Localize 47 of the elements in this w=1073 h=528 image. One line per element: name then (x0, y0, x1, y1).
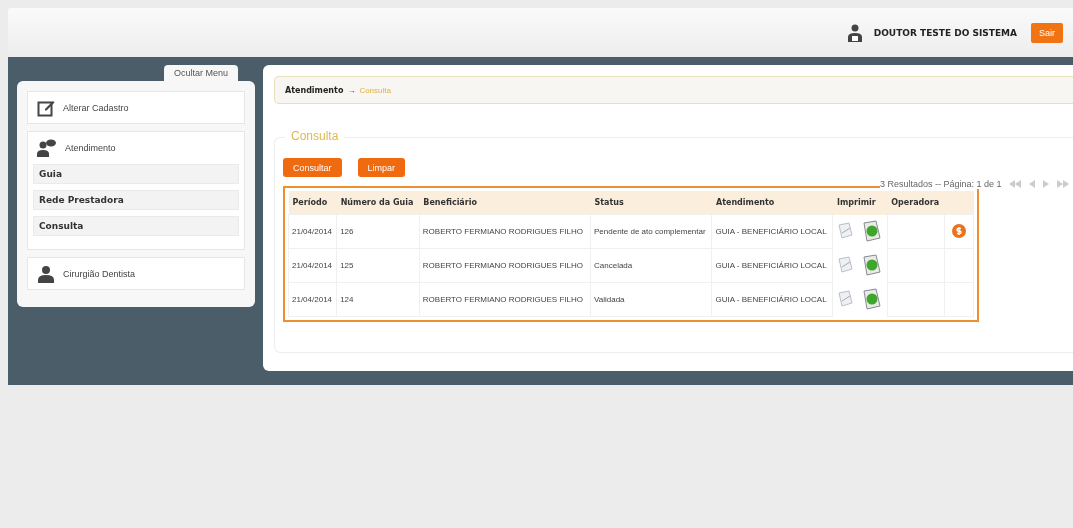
breadcrumb-current: Consulta (359, 85, 391, 95)
last-page-icon[interactable] (1055, 180, 1070, 188)
table-cell: GUIA - BENEFICIÁRIO LOCAL (712, 214, 833, 249)
table-cell: 21/04/2014 (288, 214, 337, 249)
payment-icon[interactable] (952, 223, 966, 238)
user-chat-icon (37, 138, 57, 157)
menu-item[interactable]: Cirurgião Dentista (63, 268, 136, 279)
menu-item[interactable]: Alterar Cadastro (63, 102, 129, 113)
column-header: Beneficiário (419, 191, 591, 215)
hide-menu-tab[interactable]: Ocultar Menu (163, 65, 238, 81)
user-icon (845, 23, 864, 42)
column-header: Período (288, 191, 337, 215)
person-icon (37, 264, 55, 283)
submenu-item[interactable]: Rede Prestadora (33, 190, 239, 210)
breadcrumb-parent[interactable]: Atendimento (285, 85, 344, 95)
column-header: Atendimento (712, 191, 833, 215)
table-cell: ROBERTO FERMIANO RODRIGUES FILHO (419, 214, 591, 249)
previous-page-icon[interactable] (1027, 180, 1036, 188)
table-cell: Pendente de ato complementar (590, 214, 712, 249)
submenu-item[interactable]: Guia (33, 164, 239, 184)
table-cell: ROBERTO FERMIANO RODRIGUES FILHO (419, 282, 591, 317)
menu-item[interactable]: Atendimento (65, 142, 116, 153)
breadcrumb-separator: → (347, 85, 356, 95)
table-cell: 21/04/2014 (288, 248, 337, 283)
column-header: Status (590, 191, 712, 215)
table-cell: 125 (336, 248, 420, 283)
table-cell: 21/04/2014 (288, 282, 337, 317)
edit-icon (37, 98, 55, 117)
approve-document-icon[interactable] (862, 254, 883, 276)
column-header: Imprimir (832, 191, 888, 215)
submenu-item[interactable]: Consulta (33, 216, 239, 236)
approve-document-icon[interactable] (862, 220, 883, 242)
user-name: DOUTOR TESTE DO SISTEMA (873, 27, 1017, 38)
table-cell: Validada (590, 282, 712, 317)
form-legend: Consulta (285, 129, 345, 143)
table-cell: GUIA - BENEFICIÁRIO LOCAL (712, 282, 833, 317)
table-cell: 126 (336, 214, 420, 249)
first-page-icon[interactable] (1007, 180, 1022, 188)
table-cell: Cancelada (590, 248, 712, 283)
column-header: Operadora (887, 191, 945, 215)
column-header: Número da Guia (336, 191, 420, 215)
approve-document-icon[interactable] (862, 288, 883, 310)
table-cell: ROBERTO FERMIANO RODRIGUES FILHO (419, 248, 591, 283)
table-cell: GUIA - BENEFICIÁRIO LOCAL (712, 248, 833, 283)
table-cell: 124 (336, 282, 420, 317)
results-summary: 3 Resultados -- Página: 1 de 1 (880, 179, 1002, 189)
next-page-icon[interactable] (1041, 180, 1050, 188)
